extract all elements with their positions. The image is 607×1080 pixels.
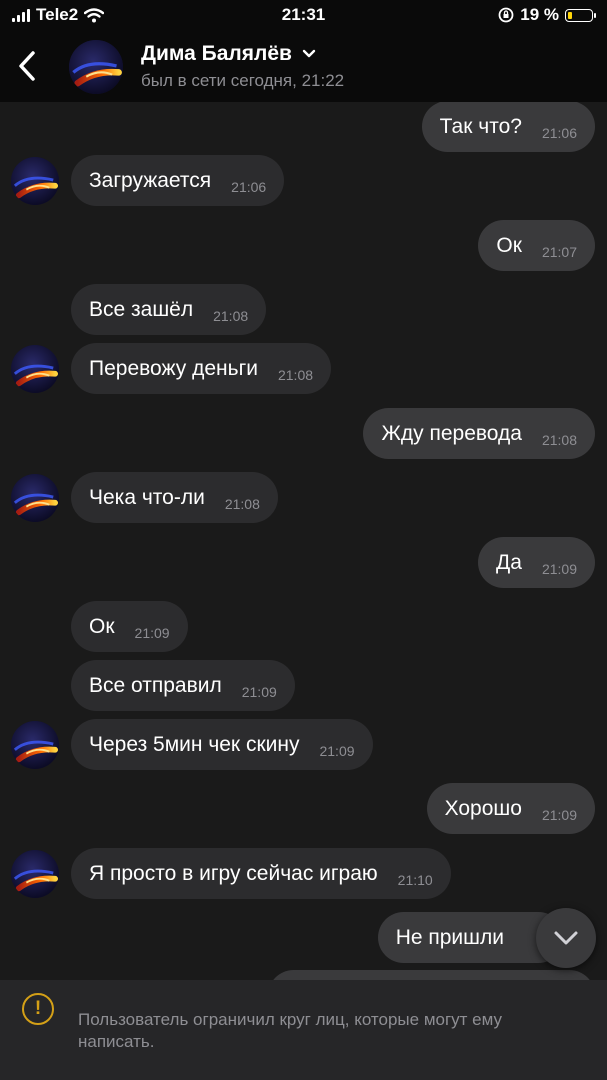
incoming-message[interactable]: Перевожу деньги 21:08	[71, 343, 332, 394]
message-time: 21:09	[134, 624, 170, 641]
message-text: Ок	[89, 614, 115, 638]
avatar-image	[11, 721, 59, 769]
incoming-message[interactable]: Чека что-ли 21:08	[71, 472, 278, 523]
message-time: 21:07	[541, 243, 577, 260]
warning-icon: !	[22, 993, 54, 1025]
contact-avatar[interactable]	[69, 40, 123, 94]
incoming-message[interactable]: Загружается 21:06	[71, 155, 285, 206]
message-time: 21:09	[541, 560, 577, 577]
incoming-message[interactable]: Все зашёл 21:08	[71, 284, 267, 335]
incoming-message[interactable]: Через 5мин чек скину 21:09	[71, 719, 373, 770]
sender-avatar[interactable]	[11, 345, 59, 393]
message-text: Не пришли	[395, 925, 504, 949]
avatar-image	[11, 850, 59, 898]
avatar-image	[69, 40, 123, 94]
message-time: 21:06	[541, 124, 577, 141]
avatar-image	[11, 474, 59, 522]
incoming-message[interactable]: Я просто в игру сейчас играю 21:10	[71, 848, 451, 899]
message-text: Так что?	[439, 114, 522, 138]
message-text: Загружается	[89, 168, 212, 192]
battery-group: 19 %	[498, 5, 596, 25]
outgoing-message[interactable]: Жду перевода 21:08	[363, 408, 595, 459]
message-time: 21:06	[231, 178, 267, 195]
incoming-message[interactable]: Все отправил 21:09	[71, 660, 295, 711]
message-time: 21:09	[241, 683, 277, 700]
last-seen-status: был в сети сегодня, 21:22	[141, 71, 345, 90]
scroll-down-button[interactable]	[536, 908, 596, 968]
message-time: 21:08	[213, 307, 249, 324]
orientation-lock-icon	[498, 7, 514, 23]
message-text: Я просто в игру сейчас играю	[89, 861, 378, 885]
avatar-image	[11, 345, 59, 393]
message-text: Через 5мин чек скину	[89, 732, 300, 756]
message-text: Жду перевода	[381, 421, 522, 445]
restriction-banner: ! Пользователь ограничил круг лиц, котор…	[0, 980, 607, 1080]
message-time: 21:08	[224, 495, 260, 512]
chevron-down-icon	[554, 931, 578, 945]
outgoing-message[interactable]: Так что? 21:06	[421, 102, 595, 152]
message-text: Хорошо	[444, 796, 522, 820]
message-time: 21:09	[541, 806, 577, 823]
message-text: Перевожу деньги	[89, 356, 258, 380]
battery-level	[568, 11, 573, 19]
outgoing-message[interactable]: Ок 21:07	[478, 220, 595, 271]
chevron-down-icon	[302, 49, 316, 58]
message-text: Все отправил	[89, 673, 222, 697]
message-time: 21:09	[319, 742, 355, 759]
outgoing-message[interactable]: Да 21:09	[478, 537, 595, 588]
message-text: Все зашёл	[89, 297, 194, 321]
message-time: 21:08	[541, 431, 577, 448]
battery-icon	[565, 8, 596, 22]
avatar-image	[11, 157, 59, 205]
message-text: Ок	[496, 233, 522, 257]
message-text: Да	[496, 550, 522, 574]
message-time: 21:08	[277, 366, 314, 383]
banner-text: Пользователь ограничил круг лиц, которые…	[78, 1010, 503, 1051]
sender-avatar[interactable]	[11, 721, 59, 769]
contact-name: Дима Балялёв	[141, 42, 292, 65]
sender-avatar[interactable]	[11, 474, 59, 522]
chevron-left-icon	[19, 51, 35, 81]
sender-avatar[interactable]	[11, 850, 59, 898]
contact-name-button[interactable]: Дима Балялёв	[141, 42, 316, 66]
sender-avatar[interactable]	[11, 157, 59, 205]
message-text: Чека что-ли	[89, 485, 205, 509]
message-list[interactable]: Так что? 21:06 Загружается 21:06 Ок 21:07 Все …	[0, 102, 607, 980]
status-bar: Tele2 21:31 19 %	[0, 0, 607, 30]
back-button[interactable]	[14, 48, 44, 84]
outgoing-message-partial[interactable]	[268, 970, 595, 980]
battery-percent: 19 %	[520, 5, 559, 24]
incoming-message[interactable]: Ок 21:09	[71, 601, 188, 652]
chat-header: Дима Балялёв был в сети сегодня, 21:22	[0, 30, 607, 102]
message-time: 21:10	[397, 871, 433, 888]
outgoing-message[interactable]: Хорошо 21:09	[426, 783, 595, 834]
